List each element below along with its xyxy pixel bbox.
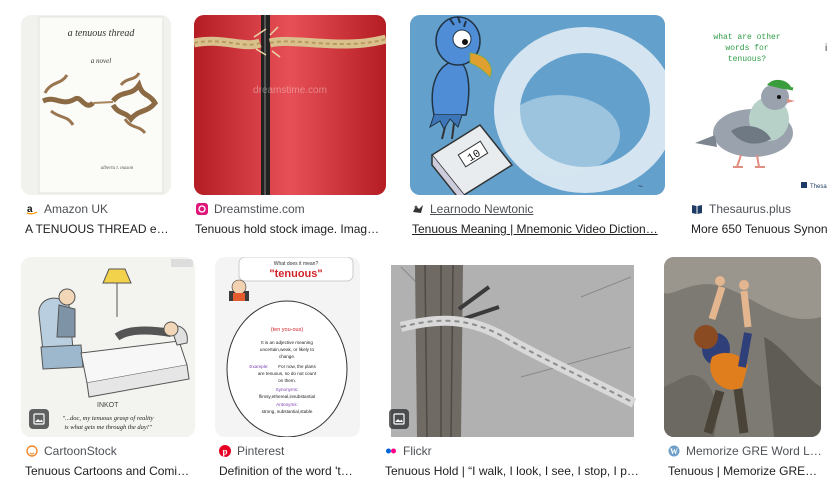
bird-on-scale-image: 10 ~ (410, 15, 665, 195)
book-subtitle-text: a novel (91, 57, 111, 65)
result-source-name: Memorize GRE Word L… (686, 444, 822, 458)
result-caption[interactable]: Definition of the word 't… (219, 462, 361, 480)
result-caption[interactable]: Tenuous Hold | “I walk, I look, I see, I… (385, 462, 643, 480)
card-syn-label: Synonyms: (276, 387, 299, 392)
card-def-3: change. (279, 354, 295, 359)
result-caption[interactable]: Tenuous Cartoons and Comi… (25, 462, 195, 480)
result-caption[interactable]: Tenuous hold stock image. Imag… (195, 220, 385, 238)
result-thumbnail[interactable] (381, 257, 644, 437)
pinterest-icon: p (219, 445, 231, 457)
svg-text:i: i (825, 43, 827, 54)
result-tile[interactable]: What does it mean? "tenuous" (ten you-ou… (215, 257, 361, 482)
card-ant-text: strong, substantial,stable (262, 409, 313, 414)
result-source-name: Amazon UK (44, 202, 109, 216)
result-caption[interactable]: Tenuous | Memorize GRE… (668, 462, 823, 480)
result-source[interactable]: Flickr (385, 443, 644, 459)
artist-signature: INKOT (97, 402, 119, 409)
result-caption[interactable]: More 650 Tenuous Synon… (691, 220, 829, 238)
result-tile[interactable]: dreamstime.com Dreamstime.com Tenuous ho… (194, 15, 388, 240)
rock-climber-image (664, 257, 821, 437)
card-example-2: are tenuous, so do not count (258, 371, 317, 376)
result-source-name: Thesaurus.plus (709, 202, 792, 216)
book-title-text: a tenuous thread (68, 28, 136, 39)
result-source[interactable]: W Memorize GRE Word L… (668, 443, 829, 459)
svg-text:W: W (670, 447, 678, 456)
flickr-icon (385, 445, 397, 457)
result-thumbnail[interactable]: dreamstime.com (194, 15, 386, 195)
result-source-name: Learnodo Newtonic (430, 202, 534, 216)
result-tile[interactable]: INKOT "...doc, my tenuous grasp of reali… (21, 257, 196, 482)
result-thumbnail[interactable]: What does it mean? "tenuous" (ten you-ou… (215, 257, 360, 437)
result-source[interactable]: CartoonStock (26, 443, 196, 459)
result-source[interactable]: Learnodo Newtonic (412, 201, 664, 217)
result-tile[interactable]: a tenuous thread a novel alberta t. maso… (21, 15, 172, 240)
result-source[interactable]: a Amazon UK (26, 201, 172, 217)
pigeon-image: what are other words for tenuous? i Thes… (687, 15, 829, 195)
rope-on-post-image (381, 257, 644, 437)
card-word-text: "tenuous" (269, 268, 322, 280)
card-ant-label: Antonyms: (276, 402, 298, 407)
cartoon-caption-1: "...doc, my tenuous grasp of reality (62, 415, 153, 422)
result-source-name: Flickr (403, 444, 432, 458)
result-source[interactable]: Dreamstime.com (196, 201, 386, 217)
result-source-name: Pinterest (237, 444, 285, 458)
dreamstime-icon (196, 203, 208, 215)
card-example-3: on them. (278, 378, 296, 383)
amazon-icon: a (26, 203, 38, 215)
bubble-line-3: tenuous? (728, 55, 767, 64)
bubble-line-2: words for (725, 44, 768, 53)
rope-on-red-image: dreamstime.com (194, 15, 386, 195)
card-def-1: It is an adjective meaning (261, 340, 313, 345)
card-example-1: For now, the plans (278, 364, 316, 369)
result-tile[interactable]: what are other words for tenuous? i Thes… (687, 15, 829, 240)
result-source[interactable]: p Pinterest (219, 443, 361, 459)
result-source-name: CartoonStock (44, 444, 117, 458)
result-caption[interactable]: A TENUOUS THREAD eB… (25, 220, 171, 238)
cartoon-caption-2: is what gets me through the day!" (64, 424, 152, 431)
result-tile[interactable]: 10 ~ Learnodo Newtonic Tenuous Meaning |… (410, 15, 666, 240)
result-tile[interactable]: Flickr Tenuous Hold | “I walk, I look, I… (381, 257, 645, 482)
svg-text:p: p (222, 447, 227, 457)
result-thumbnail[interactable]: INKOT "...doc, my tenuous grasp of reali… (21, 257, 195, 437)
result-thumbnail[interactable]: 10 ~ (410, 15, 665, 195)
bubble-line-1: what are other (713, 33, 780, 42)
card-pron-text: (ten you-ous) (271, 327, 304, 333)
definition-card-image: What does it mean? "tenuous" (ten you-ou… (215, 257, 360, 437)
image-badge-icon (29, 409, 49, 429)
thesaurus-icon (691, 203, 703, 215)
card-def-2: uncertain,weak, or likely to (260, 347, 315, 352)
wordpress-icon: W (668, 445, 680, 457)
result-caption[interactable]: Tenuous Meaning | Mnemonic Video Diction… (412, 220, 664, 238)
svg-text:~: ~ (638, 182, 643, 191)
card-head-text: What does it mean? (274, 261, 319, 267)
book-cover-image: a tenuous thread a novel alberta t. maso… (21, 15, 171, 195)
cartoonstock-icon (26, 445, 38, 457)
result-source[interactable]: Thesaurus.plus (691, 201, 829, 217)
result-thumbnail[interactable]: what are other words for tenuous? i Thes… (687, 15, 829, 195)
watermark-text: dreamstime.com (253, 85, 327, 96)
learnodo-icon (412, 203, 424, 215)
result-thumbnail[interactable] (664, 257, 821, 437)
result-thumbnail[interactable]: a tenuous thread a novel alberta t. maso… (21, 15, 171, 195)
corner-brand-text: Thesa (810, 184, 827, 190)
card-syn-text: flimsy,ethereal,insubstantial (259, 394, 315, 399)
result-source-name: Dreamstime.com (214, 202, 305, 216)
book-author-text: alberta t. mason (101, 166, 134, 171)
card-example-label: Example: (249, 364, 268, 369)
image-badge-icon (389, 409, 409, 429)
result-tile[interactable]: W Memorize GRE Word L… Tenuous | Memoriz… (664, 257, 829, 482)
